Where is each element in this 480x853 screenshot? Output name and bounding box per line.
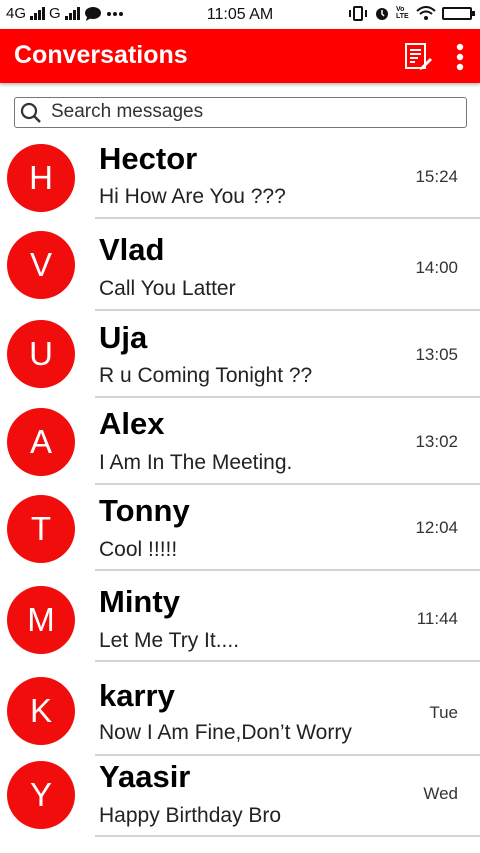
avatar: A xyxy=(7,408,75,476)
compose-button[interactable] xyxy=(403,42,433,72)
row-divider xyxy=(95,309,480,311)
search-placeholder: Search messages xyxy=(51,101,204,122)
search-input[interactable]: Search messages xyxy=(14,97,467,128)
message-preview: I Am In The Meeting. xyxy=(99,451,293,474)
battery-icon xyxy=(442,6,475,20)
message-time: Tue xyxy=(429,703,458,722)
avatar: T xyxy=(7,495,75,563)
message-preview: Cool !!!!! xyxy=(99,538,178,561)
status-bar: 4G G 11:05 AM Vo LTE xyxy=(0,0,480,29)
avatar: U xyxy=(7,320,75,388)
more-options-button[interactable] xyxy=(450,42,470,72)
row-divider xyxy=(95,835,480,837)
row-divider xyxy=(95,660,480,662)
row-divider xyxy=(95,217,480,219)
row-divider xyxy=(95,569,480,571)
contact-name: Tonny xyxy=(99,493,190,528)
message-time: 13:02 xyxy=(415,432,458,451)
wifi-icon xyxy=(416,5,436,20)
message-preview: R u Coming Tonight ?? xyxy=(99,364,313,387)
message-preview: Let Me Try It.... xyxy=(99,629,240,652)
avatar: V xyxy=(7,231,75,299)
page-title: Conversations xyxy=(14,41,188,69)
contact-name: Vlad xyxy=(99,232,165,267)
message-time: 13:05 xyxy=(415,345,458,364)
contact-name: Hector xyxy=(99,141,198,176)
avatar: H xyxy=(7,144,75,212)
search-icon xyxy=(20,102,41,123)
volte-badge: Vo LTE xyxy=(396,6,409,20)
vibrate-icon xyxy=(349,5,367,21)
avatar: M xyxy=(7,586,75,654)
message-preview: Call You Latter xyxy=(99,277,236,300)
contact-name: Yaasir xyxy=(99,759,191,794)
contact-name: Uja xyxy=(99,320,148,355)
message-time: Wed xyxy=(423,784,458,803)
message-time: 11:44 xyxy=(416,609,458,628)
status-bar-right: Vo LTE xyxy=(348,5,475,21)
message-preview: Now I Am Fine,Don’t Worry xyxy=(99,721,352,744)
row-divider xyxy=(95,396,480,398)
contact-name: Minty xyxy=(99,584,180,619)
avatar: K xyxy=(7,677,75,745)
avatar: Y xyxy=(7,761,75,829)
contact-name: karry xyxy=(99,678,175,713)
message-preview: Happy Birthday Bro xyxy=(99,804,282,827)
row-divider xyxy=(95,754,480,756)
message-time: 14:00 xyxy=(415,258,458,277)
alarm-icon xyxy=(376,8,388,20)
compose-icon xyxy=(405,43,432,70)
message-time: 15:24 xyxy=(415,167,458,186)
row-divider xyxy=(95,483,480,485)
contact-name: Alex xyxy=(99,406,165,441)
more-vert-icon xyxy=(456,43,464,71)
message-preview: Hi How Are You ??? xyxy=(99,185,286,208)
app-bar: Conversations xyxy=(0,29,480,83)
message-time: 12:04 xyxy=(415,518,458,537)
